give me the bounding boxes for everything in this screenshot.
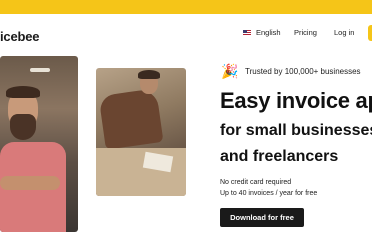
party-popper-icon: 🎉 bbox=[221, 63, 239, 79]
trusted-badge: 🎉 Trusted by 100,000+ businesses bbox=[221, 62, 361, 80]
us-flag-icon bbox=[243, 29, 251, 36]
language-label: English bbox=[256, 28, 281, 37]
nav-login-link[interactable]: Log in bbox=[334, 28, 354, 37]
brand-logo[interactable]: icebee bbox=[0, 29, 39, 44]
download-button[interactable]: Download for free bbox=[220, 208, 304, 227]
trusted-text: Trusted by 100,000+ businesses bbox=[245, 66, 361, 76]
workbench bbox=[96, 148, 186, 196]
nav-pricing-link[interactable]: Pricing bbox=[294, 28, 317, 37]
hair bbox=[6, 86, 40, 98]
top-announcement-banner[interactable] bbox=[0, 0, 372, 14]
hero-headline-line-1: Easy invoice ap bbox=[220, 88, 372, 113]
beard bbox=[10, 114, 36, 140]
free-invoices-note: Up to 40 invoices / year for free bbox=[220, 190, 318, 197]
hero-headline-line-2: for small businesses bbox=[220, 122, 372, 139]
craftsman-hair bbox=[138, 70, 160, 79]
hero-headline-line-3: and freelancers bbox=[220, 148, 339, 165]
crossed-arms bbox=[0, 176, 60, 190]
hero-photo-bearded-man bbox=[0, 56, 78, 232]
signup-button[interactable] bbox=[368, 25, 372, 41]
craftsman-body bbox=[98, 88, 164, 150]
no-credit-card-note: No credit card required bbox=[220, 179, 292, 186]
language-selector[interactable]: English bbox=[243, 28, 281, 37]
hero-photo-craftsman bbox=[96, 68, 186, 196]
ceiling-light bbox=[30, 68, 50, 72]
